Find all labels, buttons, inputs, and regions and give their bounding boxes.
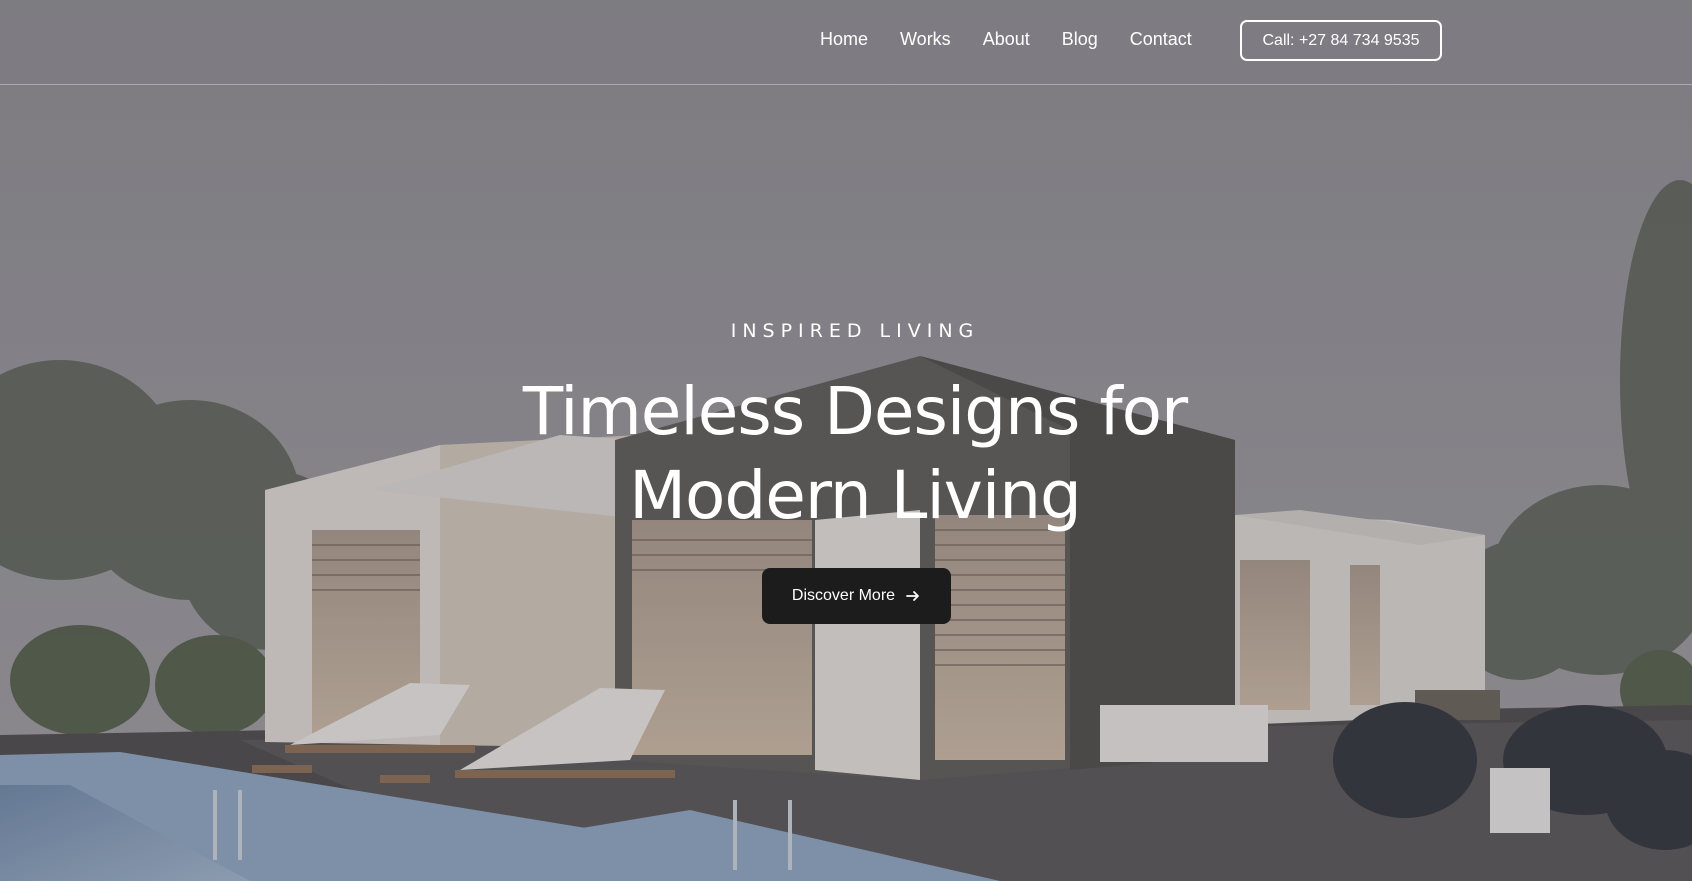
- call-button[interactable]: Call: +27 84 734 9535: [1240, 20, 1442, 61]
- hero-eyebrow: INSPIRED LIVING: [730, 320, 980, 342]
- nav-works[interactable]: Works: [900, 26, 951, 52]
- main-nav: Home Works About Blog Contact: [820, 26, 1224, 52]
- discover-more-button[interactable]: Discover More: [762, 568, 951, 624]
- hero-headline: Timeless Designs for Modern Living: [0, 370, 1692, 538]
- nav-about[interactable]: About: [983, 26, 1030, 52]
- nav-home[interactable]: Home: [820, 26, 868, 52]
- arrow-right-icon: [906, 591, 919, 601]
- discover-more-label: Discover More: [791, 587, 896, 604]
- nav-blog[interactable]: Blog: [1062, 26, 1098, 52]
- hero-headline-line1: Timeless Designs for: [522, 373, 1188, 450]
- site-header: Home Works About Blog Contact Call: +27 …: [0, 0, 1692, 85]
- hero-headline-line2: Modern Living: [629, 457, 1082, 534]
- nav-contact[interactable]: Contact: [1130, 26, 1192, 52]
